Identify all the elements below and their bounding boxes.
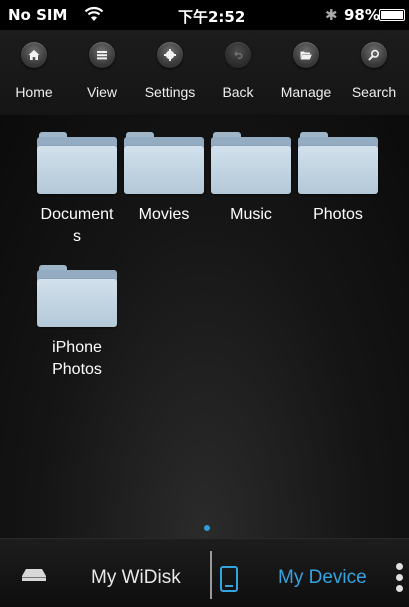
home-button[interactable]: Home <box>0 30 68 115</box>
clock: 下午2:52 <box>178 8 246 26</box>
settings-button[interactable]: Settings <box>136 30 204 115</box>
folder-photos[interactable]: Photos <box>296 132 380 226</box>
search-button[interactable]: Search <box>340 30 408 115</box>
page-indicator-dot <box>204 525 210 531</box>
phone-icon[interactable] <box>220 566 238 592</box>
back-button[interactable]: Back <box>204 30 272 115</box>
status-bar: No SIM 下午2:52 ✱ 98% <box>0 0 409 30</box>
tab-my-device[interactable]: My Device <box>278 567 367 589</box>
view-button[interactable]: View <box>68 30 136 115</box>
folder-icon <box>37 265 117 327</box>
gear-icon <box>157 42 183 68</box>
search-label: Search <box>351 84 397 100</box>
bluetooth-icon: ✱ <box>325 6 338 24</box>
list-icon <box>89 42 115 68</box>
folder-label: Photos <box>313 206 363 223</box>
battery-percent: 98% <box>344 6 380 24</box>
folder-icon <box>124 132 204 194</box>
back-arrow-icon <box>225 42 251 68</box>
folder-music[interactable]: Music <box>209 132 293 226</box>
home-icon <box>21 42 47 68</box>
folder-icon <box>37 132 117 194</box>
folder-open-icon <box>293 42 319 68</box>
folder-grid: Document s Movies Music Photos iPhone Ph… <box>0 115 409 538</box>
folder-icon <box>298 132 378 194</box>
folder-documents[interactable]: Document s <box>35 132 119 248</box>
more-options-icon[interactable] <box>396 563 404 595</box>
folder-label: Movies <box>138 206 190 223</box>
tab-my-widisk[interactable]: My WiDisk <box>91 567 181 589</box>
battery-level-fill <box>381 11 403 19</box>
folder-iphone-photos[interactable]: iPhone Photos <box>35 265 119 381</box>
folder-movies[interactable]: Movies <box>122 132 206 226</box>
search-icon <box>361 42 387 68</box>
bottom-tab-bar: My WiDisk My Device <box>0 538 409 607</box>
manage-button[interactable]: Manage <box>272 30 340 115</box>
disk-drive-icon[interactable] <box>22 569 46 581</box>
battery-icon <box>379 9 405 21</box>
folder-icon <box>211 132 291 194</box>
toolbar: Home View Settings Back Manage Search <box>0 30 409 115</box>
folder-label: Music <box>230 206 272 223</box>
folder-label: iPhone Photos <box>52 339 102 378</box>
carrier-label: No SIM <box>8 6 68 24</box>
folder-label: Document s <box>40 206 114 245</box>
wifi-icon <box>84 6 104 21</box>
tab-divider <box>210 551 212 599</box>
